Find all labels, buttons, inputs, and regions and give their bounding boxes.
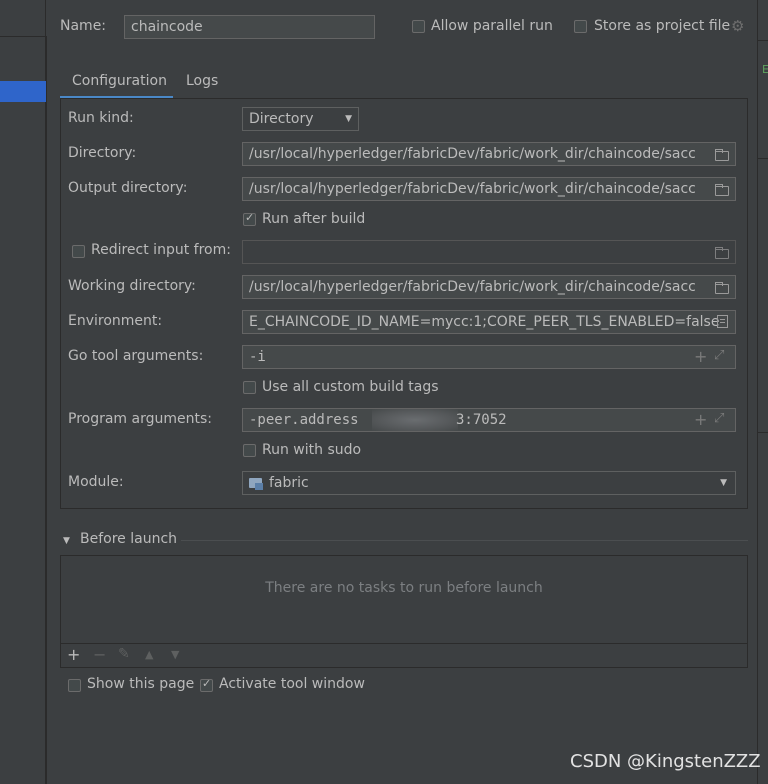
- plus-icon[interactable]: +: [694, 347, 707, 366]
- tab-logs[interactable]: Logs: [186, 73, 218, 89]
- run-with-sudo-label: Run with sudo: [262, 442, 362, 458]
- run-kind-value: Directory: [249, 111, 314, 127]
- directory-input[interactable]: /usr/local/hyperledger/fabricDev/fabric/…: [242, 142, 736, 166]
- edit-icon: ✎: [118, 646, 130, 662]
- redirect-input-label: Redirect input from:: [91, 242, 231, 258]
- store-as-project-file-label: Store as project file: [594, 18, 731, 34]
- run-with-sudo-checkbox[interactable]: [243, 444, 256, 457]
- watermark-text: CSDN @KingstenZZZ: [570, 751, 761, 772]
- run-kind-select[interactable]: Directory ▼: [242, 107, 359, 131]
- right-gutter: E: [757, 0, 768, 784]
- working-directory-input[interactable]: /usr/local/hyperledger/fabricDev/fabric/…: [242, 275, 736, 299]
- gutter-marker: E: [762, 63, 768, 76]
- left-sidebar: [0, 0, 46, 784]
- redirect-input-field: [242, 240, 736, 264]
- go-tool-arguments-label: Go tool arguments:: [68, 348, 204, 364]
- use-custom-build-tags-label: Use all custom build tags: [262, 379, 439, 395]
- expand-icon[interactable]: ⤢: [714, 348, 724, 363]
- module-select[interactable]: fabric ▼: [242, 471, 736, 495]
- before-launch-title[interactable]: Before launch: [80, 531, 177, 547]
- before-launch-panel: [60, 555, 748, 668]
- redirect-input-checkbox[interactable]: [72, 245, 85, 258]
- go-tool-arguments-input[interactable]: -i: [242, 345, 736, 369]
- folder-icon[interactable]: [715, 184, 729, 196]
- show-this-page-label: Show this page: [87, 676, 195, 692]
- document-icon[interactable]: [717, 315, 728, 328]
- sidebar-selected-item[interactable]: [0, 81, 46, 102]
- tab-configuration[interactable]: Configuration: [72, 73, 167, 89]
- plus-icon[interactable]: +: [694, 410, 707, 429]
- output-directory-input[interactable]: /usr/local/hyperledger/fabricDev/fabric/…: [242, 177, 736, 201]
- allow-parallel-run-checkbox[interactable]: [412, 20, 425, 33]
- output-directory-label: Output directory:: [68, 180, 188, 196]
- allow-parallel-run-label: Allow parallel run: [431, 18, 553, 34]
- collapse-triangle-icon[interactable]: ▼: [63, 536, 70, 546]
- chevron-down-icon: ▼: [345, 114, 352, 124]
- name-input[interactable]: chaincode: [124, 15, 375, 39]
- move-up-icon: ▲: [145, 648, 154, 661]
- run-after-build-label: Run after build: [262, 211, 366, 227]
- run-kind-label: Run kind:: [68, 110, 134, 126]
- expand-icon[interactable]: ⤢: [714, 411, 724, 426]
- store-as-project-file-checkbox[interactable]: [574, 20, 587, 33]
- move-down-icon: ▼: [171, 648, 180, 661]
- before-launch-separator: [181, 540, 748, 541]
- directory-label: Directory:: [68, 145, 137, 161]
- module-icon: [249, 478, 263, 490]
- program-arguments-prefix: -peer.address: [249, 412, 359, 428]
- folder-icon: [715, 247, 729, 259]
- before-launch-toolbar-divider: [61, 643, 747, 644]
- program-arguments-label: Program arguments:: [68, 411, 212, 427]
- before-launch-empty-text: There are no tasks to run before launch: [265, 580, 543, 596]
- show-this-page-checkbox[interactable]: [68, 679, 81, 692]
- name-label: Name:: [60, 18, 107, 34]
- program-arguments-suffix: 3:7052: [456, 412, 507, 428]
- sidebar-divider: [46, 36, 47, 784]
- module-label: Module:: [68, 474, 124, 490]
- environment-label: Environment:: [68, 313, 163, 329]
- environment-input[interactable]: E_CHAINCODE_ID_NAME=mycc:1;CORE_PEER_TLS…: [242, 310, 736, 334]
- remove-icon: −: [93, 645, 107, 664]
- add-icon[interactable]: +: [67, 645, 80, 664]
- activate-tool-window-checkbox[interactable]: [200, 677, 213, 692]
- folder-icon[interactable]: [715, 149, 729, 161]
- run-after-build-checkbox[interactable]: [243, 211, 256, 226]
- gear-icon[interactable]: ⚙: [731, 17, 744, 35]
- redacted-region: [372, 409, 458, 431]
- sidebar-top-divider: [0, 36, 46, 37]
- use-custom-build-tags-checkbox[interactable]: [243, 381, 256, 394]
- chevron-down-icon: ▼: [720, 478, 727, 488]
- working-directory-label: Working directory:: [68, 278, 196, 294]
- module-value: fabric: [269, 475, 309, 491]
- activate-tool-window-label: Activate tool window: [219, 676, 365, 692]
- folder-icon[interactable]: [715, 282, 729, 294]
